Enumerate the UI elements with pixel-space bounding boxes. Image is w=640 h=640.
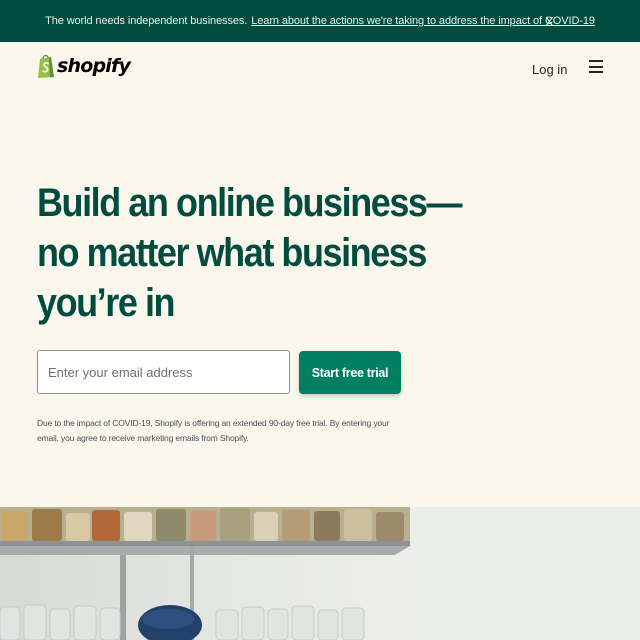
shopify-logo[interactable]: shopify	[37, 53, 131, 79]
hero-photo	[0, 507, 640, 640]
banner-covid-link[interactable]: Learn about the actions we're taking to …	[251, 15, 595, 27]
hamburger-menu-icon[interactable]	[589, 60, 603, 74]
hero-heading-line: you’re in	[37, 281, 176, 325]
email-input[interactable]	[37, 350, 290, 394]
login-link[interactable]: Log in	[532, 62, 567, 77]
shop-shelves-image	[0, 507, 640, 640]
shopify-bag-icon	[38, 54, 54, 78]
banner-close-button[interactable]: X	[545, 14, 554, 29]
hero-heading: Build an online business— no matter what…	[37, 178, 463, 328]
logo-wordmark: shopify	[57, 55, 131, 77]
announcement-banner: The world needs independent businesses. …	[0, 0, 640, 42]
site-header: shopify Log in	[0, 42, 640, 98]
start-free-trial-button[interactable]: Start free trial	[299, 351, 401, 394]
trial-disclaimer: Due to the impact of COVID-19, Shopify i…	[37, 418, 390, 443]
hero-heading-line: Build an online business—	[37, 181, 463, 225]
hero-heading-line: no matter what business	[37, 231, 427, 275]
banner-message: The world needs independent businesses.	[45, 15, 248, 27]
